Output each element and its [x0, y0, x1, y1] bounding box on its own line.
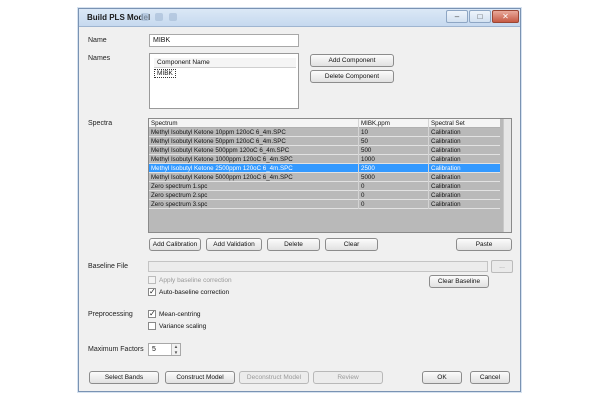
concentration-cell[interactable]: 0 [359, 200, 429, 209]
name-input[interactable]: MIBK [149, 34, 299, 47]
spectrum-cell[interactable]: Zero spectrum 1.spc [149, 182, 359, 191]
concentration-cell[interactable]: 2500 [359, 164, 429, 173]
table-scrollbar[interactable] [503, 119, 511, 232]
concentration-cell[interactable]: 50 [359, 137, 429, 146]
table-row[interactable]: Methyl Isobutyl Ketone 5000ppm 120oC 6_4… [149, 173, 500, 182]
add-component-button[interactable]: Add Component [310, 54, 394, 67]
spectral-set-cell[interactable]: Calibration [429, 191, 500, 200]
table-row[interactable]: Zero spectrum 1.spc 0 Calibration [149, 182, 500, 191]
concentration-cell[interactable]: 1000 [359, 155, 429, 164]
spectrum-cell[interactable]: Methyl Isobutyl Ketone 500ppm 120oC 6_4m… [149, 146, 359, 155]
delete-component-button[interactable]: Delete Component [310, 70, 394, 83]
column-header-concentration[interactable]: MIBK,ppm [359, 119, 429, 128]
maximize-button[interactable]: □ [469, 10, 491, 23]
spectral-set-cell[interactable]: Calibration [429, 146, 500, 155]
spectral-set-cell[interactable]: Calibration [429, 128, 500, 137]
concentration-cell[interactable]: 0 [359, 191, 429, 200]
clear-baseline-button[interactable]: Clear Baseline [429, 275, 489, 288]
browse-baseline-button[interactable]: ... [491, 260, 513, 273]
table-row[interactable]: Methyl Isobutyl Ketone 500ppm 120oC 6_4m… [149, 146, 500, 155]
spectrum-cell[interactable]: Zero spectrum 2.spc [149, 191, 359, 200]
add-calibration-button[interactable]: Add Calibration [149, 238, 201, 251]
quick-access-icon [155, 13, 163, 21]
close-icon: ✕ [502, 12, 509, 21]
focus-outline [154, 69, 176, 78]
concentration-cell[interactable]: 500 [359, 146, 429, 155]
baseline-file-input[interactable] [148, 261, 488, 272]
apply-baseline-correction-checkbox[interactable]: Apply baseline correction [148, 276, 232, 284]
spectrum-cell[interactable]: Methyl Isobutyl Ketone 10ppm 120oC 6_4m.… [149, 128, 359, 137]
table-row[interactable]: Zero spectrum 3.spc 0 Calibration [149, 200, 500, 209]
close-button[interactable]: ✕ [492, 10, 519, 23]
checkbox-label: Apply baseline correction [159, 276, 232, 284]
name-label: Name [88, 37, 107, 44]
component-names-list[interactable]: Component Name MIBK [149, 53, 299, 109]
concentration-cell[interactable]: 10 [359, 128, 429, 137]
spectral-set-cell[interactable]: Calibration [429, 173, 500, 182]
minimize-button[interactable]: – [446, 10, 468, 23]
checkbox-box [148, 309, 156, 318]
mean-centring-checkbox[interactable]: Mean-centring [148, 309, 201, 318]
spectrum-cell[interactable]: Methyl Isobutyl Ketone 5000ppm 120oC 6_4… [149, 173, 359, 182]
spectrum-cell[interactable]: Methyl Isobutyl Ketone 1000ppm 120oC 6_4… [149, 155, 359, 164]
construct-model-button[interactable]: Construct Model [165, 371, 235, 384]
spinner-down-icon[interactable]: ▼ [172, 350, 180, 356]
component-name-column-header[interactable]: Component Name [154, 58, 296, 68]
title-bar-icons [141, 13, 177, 21]
table-row[interactable]: Zero spectrum 2.spc 0 Calibration [149, 191, 500, 200]
spectrum-cell[interactable]: Methyl Isobutyl Ketone 50ppm 120oC 6_4m.… [149, 137, 359, 146]
spectrum-cell[interactable]: Zero spectrum 3.spc [149, 200, 359, 209]
review-button[interactable]: Review [313, 371, 383, 384]
table-row[interactable]: Methyl Isobutyl Ketone 50ppm 120oC 6_4m.… [149, 137, 500, 146]
variance-scaling-checkbox[interactable]: Variance scaling [148, 322, 206, 330]
spectra-table[interactable]: Spectrum MIBK,ppm Spectral Set Methyl Is… [148, 118, 512, 233]
table-header-row: Spectrum MIBK,ppm Spectral Set [149, 119, 500, 128]
auto-baseline-correction-checkbox[interactable]: Auto-baseline correction [148, 287, 230, 296]
preprocessing-label: Preprocessing [88, 311, 133, 318]
names-label: Names [88, 55, 111, 62]
table-row[interactable]: Methyl Isobutyl Ketone 2500ppm 120oC 6_4… [149, 164, 500, 173]
maximize-icon: □ [477, 12, 483, 21]
spectral-set-cell[interactable]: Calibration [429, 155, 500, 164]
concentration-cell[interactable]: 0 [359, 182, 429, 191]
quick-access-icon [141, 13, 149, 21]
spectrum-cell[interactable]: Methyl Isobutyl Ketone 2500ppm 120oC 6_4… [149, 164, 359, 173]
ok-button[interactable]: OK [422, 371, 462, 384]
cancel-button[interactable]: Cancel [470, 371, 510, 384]
table-row[interactable]: Methyl Isobutyl Ketone 10ppm 120oC 6_4m.… [149, 128, 500, 137]
checkbox-box [148, 322, 156, 330]
spectral-set-cell[interactable]: Calibration [429, 137, 500, 146]
column-header-spectral-set[interactable]: Spectral Set [429, 119, 500, 128]
minimize-icon: – [454, 12, 460, 21]
baseline-file-label: Baseline File [88, 263, 129, 270]
checkbox-label: Variance scaling [159, 322, 207, 330]
table-row[interactable]: Methyl Isobutyl Ketone 1000ppm 120oC 6_4… [149, 155, 500, 164]
maximum-factors-spinner[interactable]: 5 ▲ ▼ [148, 343, 181, 356]
checkbox-label: Mean-centring [159, 310, 201, 318]
build-pls-model-dialog: Build PLS Model – □ ✕ Name MIBK Names Co… [78, 8, 521, 392]
quick-access-icon [169, 13, 177, 21]
spectral-set-cell[interactable]: Calibration [429, 200, 500, 209]
checkbox-label: Auto-baseline correction [159, 288, 230, 296]
spinner-arrows[interactable]: ▲ ▼ [171, 344, 180, 355]
column-header-spectrum[interactable]: Spectrum [149, 119, 359, 128]
checkbox-box [148, 287, 156, 296]
maximum-factors-label: Maximum Factors [88, 346, 144, 353]
spectra-label: Spectra [88, 120, 113, 127]
concentration-cell[interactable]: 5000 [359, 173, 429, 182]
deconstruct-model-button[interactable]: Deconstruct Model [239, 371, 309, 384]
clear-spectra-button[interactable]: Clear [325, 238, 378, 251]
select-bands-button[interactable]: Select Bands [89, 371, 159, 384]
list-item[interactable]: MIBK [154, 69, 176, 78]
maximum-factors-value: 5 [152, 346, 156, 353]
spectral-set-cell[interactable]: Calibration [429, 164, 500, 173]
spectral-set-cell[interactable]: Calibration [429, 182, 500, 191]
paste-button[interactable]: Paste [456, 238, 512, 251]
delete-spectra-button[interactable]: Delete [267, 238, 320, 251]
add-validation-button[interactable]: Add Validation [206, 238, 262, 251]
checkbox-box [148, 276, 156, 284]
title-bar[interactable]: Build PLS Model – □ ✕ [79, 9, 520, 27]
